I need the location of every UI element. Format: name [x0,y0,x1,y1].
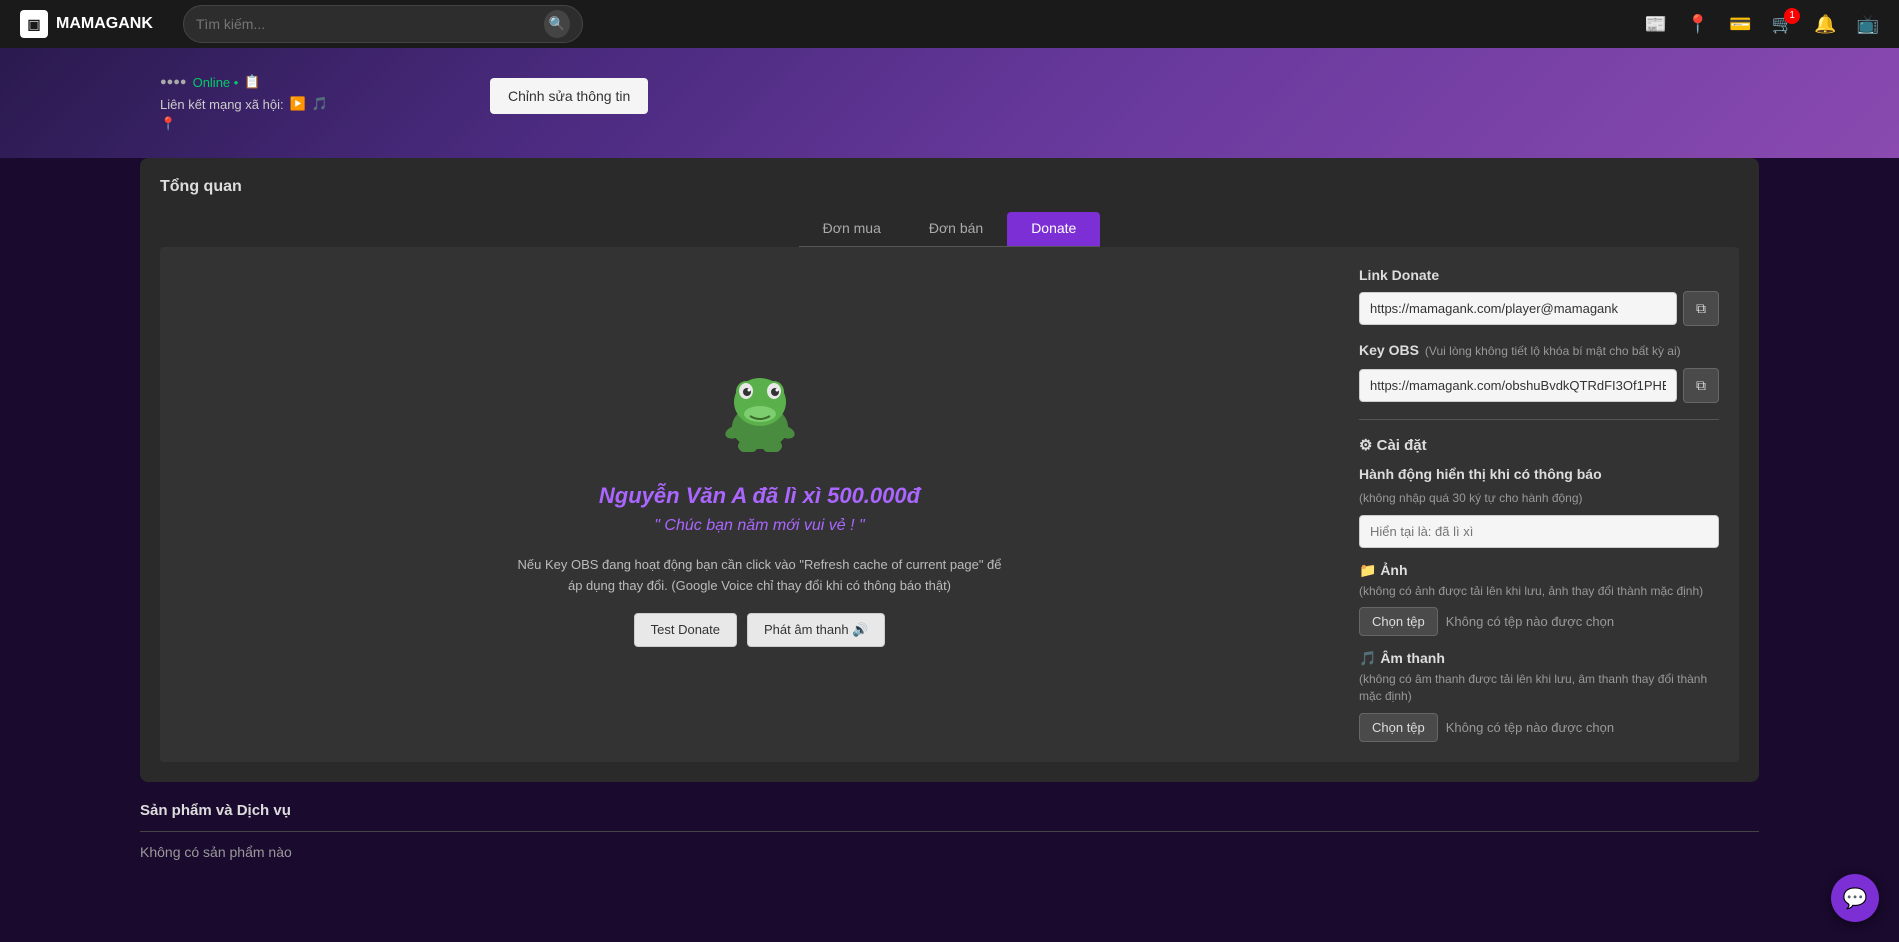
logo[interactable]: ▣ MAMAGANK [20,10,153,38]
search-button[interactable]: 🔍 [544,10,570,38]
youtube-icon: ▶️ [290,96,306,112]
link-donate-row: ⧉ [1359,291,1719,326]
newspaper-icon[interactable]: 📰 [1644,14,1666,35]
link-donate-input[interactable] [1359,292,1677,325]
search-bar: 🔍 [183,5,583,43]
action-label: Hành động hiển thị khi có thông báo [1359,466,1719,482]
tab-don-mua[interactable]: Đơn mua [799,212,905,246]
location-icon: 📍 [160,116,176,131]
section-header: Tổng quan [160,178,1739,196]
tab-donate[interactable]: Donate [1007,212,1100,246]
no-products-text: Không có sản phẩm nào [140,844,1759,860]
action-sublabel: (không nhập quá 30 ký tự cho hành động) [1359,490,1719,507]
tabs: Đơn mua Đơn bán Donate [799,212,1101,247]
key-obs-section: Key OBS (Vui lòng không tiết lộ khóa bí … [1359,342,1719,403]
tab-don-ban[interactable]: Đơn bán [905,212,1007,246]
copy-link-button[interactable]: ⧉ [1683,291,1719,326]
image-sublabel: (không có ảnh được tải lên khi lưu, ảnh … [1359,583,1719,600]
edit-profile-button[interactable]: Chỉnh sửa thông tin [490,78,648,114]
key-obs-row: ⧉ [1359,368,1719,403]
choose-image-button[interactable]: Chọn tệp [1359,607,1438,636]
donate-preview-message: " Chúc bạn năm mới vui vẻ ! " [654,517,864,535]
link-donate-section: Link Donate ⧉ [1359,267,1719,326]
cart-icon[interactable]: 🛒 1 [1772,14,1794,35]
wallet-icon[interactable]: 💳 [1729,14,1751,35]
social-label: Liên kết mạng xã hội: [160,97,284,112]
settings-section: ⚙ Cài đặt Hành động hiển thị khi có thôn… [1359,419,1719,742]
donate-content: Nguyễn Văn A đã lì xì 500.000đ " Chúc bạ… [160,247,1739,762]
tabs-row: Đơn mua Đơn bán Donate [160,212,1739,247]
action-section: Hành động hiển thị khi có thông báo (khô… [1359,466,1719,548]
header: ▣ MAMAGANK 🔍 📰 📍 💳 🛒 1 🔔 📺 [0,0,1899,48]
test-donate-button[interactable]: Test Donate [634,613,737,647]
image-label: 📁 Ảnh [1359,562,1719,579]
bell-icon[interactable]: 🔔 [1814,14,1836,35]
donate-instruction: Nếu Key OBS đang hoạt động bạn cần click… [510,555,1010,597]
copy-key-button[interactable]: ⧉ [1683,368,1719,403]
chat-bubble[interactable]: 💬 [1831,874,1879,922]
cart-badge: 1 [1784,8,1800,24]
main-container: Tổng quan Đơn mua Đơn bán Donate [140,158,1759,782]
products-title: Sản phẩm và Dịch vụ [140,802,1759,832]
sound-sublabel: (không có âm thanh được tải lên khi lưu,… [1359,671,1719,705]
pepe-icon [720,362,800,467]
banner-info: ●●●● Online • 📋 Liên kết mạng xã hội: ▶️… [160,74,328,132]
donate-actions: Test Donate Phát âm thanh 🔊 [634,613,886,647]
image-file-row: Chọn tệp Không có tệp nào được chọn [1359,607,1719,636]
action-input[interactable] [1359,515,1719,548]
screen-icon[interactable]: 📺 [1857,14,1879,35]
link-donate-label: Link Donate [1359,267,1719,283]
key-obs-label: Key OBS [1359,342,1419,358]
bottom-section: Sản phẩm và Dịch vụ Không có sản phẩm nà… [140,782,1759,880]
sound-filename: Không có tệp nào được chọn [1446,720,1614,735]
sound-section: 🎵 Âm thanh (không có âm thanh được tải l… [1359,650,1719,742]
play-sound-button[interactable]: Phát âm thanh 🔊 [747,613,885,647]
donate-preview: Nguyễn Văn A đã lì xì 500.000đ " Chúc bạ… [180,267,1339,742]
donate-preview-name: Nguyễn Văn A đã lì xì 500.000đ [599,483,920,509]
choose-sound-button[interactable]: Chọn tệp [1359,713,1438,742]
key-obs-sublabel: (Vui lòng không tiết lộ khóa bí mật cho … [1425,343,1681,360]
online-status: Online • [193,75,239,90]
tiktok-icon: 🎵 [312,96,328,112]
settings-title: ⚙ Cài đặt [1359,436,1719,454]
image-section: 📁 Ảnh (không có ảnh được tải lên khi lưu… [1359,562,1719,637]
page-title: Tổng quan [160,178,242,196]
banner: ●●●● Online • 📋 Liên kết mạng xã hội: ▶️… [0,48,1899,158]
image-filename: Không có tệp nào được chọn [1446,614,1614,629]
donate-settings: Link Donate ⧉ Key OBS (Vui lòng không ti… [1359,267,1719,742]
logo-icon: ▣ [20,10,48,38]
sound-label: 🎵 Âm thanh [1359,650,1719,667]
header-right: 📰 📍 💳 🛒 1 🔔 📺 [1644,14,1879,35]
key-obs-input[interactable] [1359,369,1677,402]
search-input[interactable] [196,16,538,32]
location-pin-icon[interactable]: 📍 [1687,14,1709,35]
sound-file-row: Chọn tệp Không có tệp nào được chọn [1359,713,1719,742]
logo-text: MAMAGANK [56,15,153,33]
